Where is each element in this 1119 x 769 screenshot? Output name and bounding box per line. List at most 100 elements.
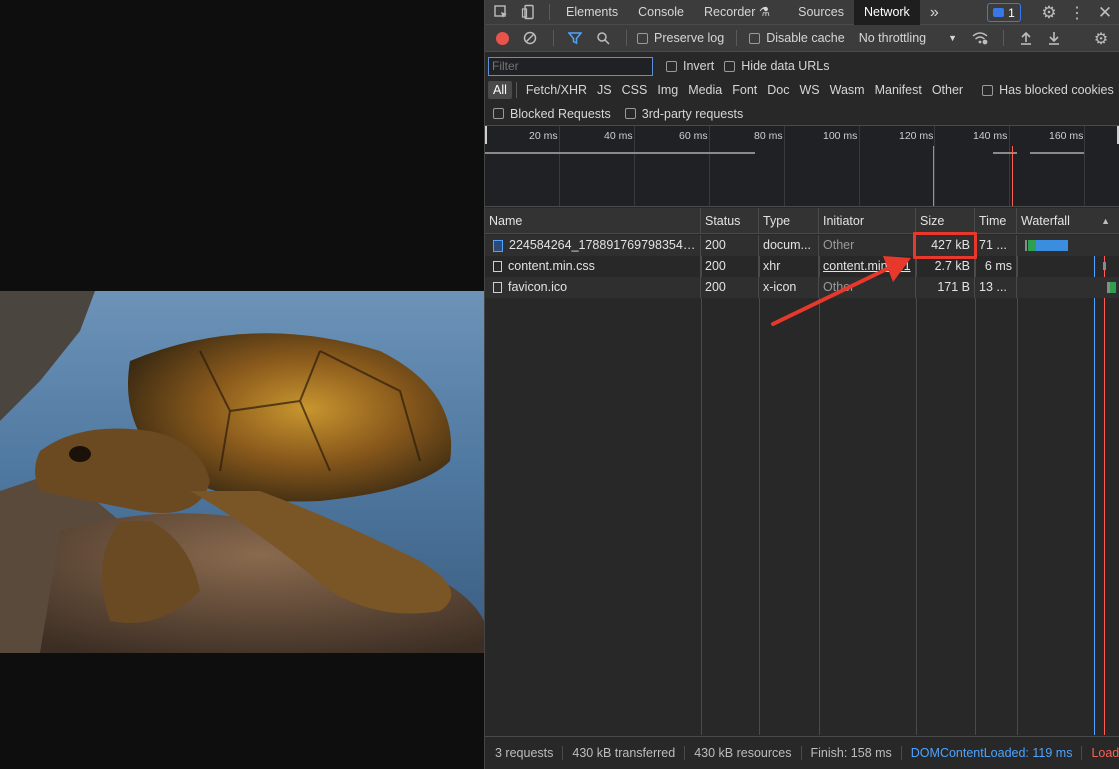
- annotation-arrow: [771, 256, 911, 326]
- request-name-cell[interactable]: favicon.ico: [485, 277, 701, 298]
- import-har-icon[interactable]: [1014, 26, 1038, 51]
- close-icon[interactable]: ✕: [1091, 0, 1119, 25]
- invert-checkbox[interactable]: Invert: [666, 59, 714, 73]
- type-filter-css[interactable]: CSS: [617, 81, 653, 99]
- has-blocked-cookies-box: [982, 84, 994, 96]
- overview-tick: 120 ms: [899, 130, 934, 142]
- blocked-requests-checkbox[interactable]: Blocked Requests: [493, 107, 611, 121]
- hide-data-urls-checkbox[interactable]: Hide data URLs: [724, 59, 830, 73]
- sort-ascending-icon: ▲: [1101, 216, 1110, 226]
- network-conditions-icon[interactable]: [967, 26, 993, 51]
- kebab-menu-icon[interactable]: ⋮: [1063, 0, 1091, 25]
- type-filter-ws[interactable]: WS: [794, 81, 824, 99]
- filter-input[interactable]: [488, 56, 653, 76]
- clear-icon[interactable]: [517, 26, 543, 51]
- throttling-select[interactable]: No throttling ▼: [859, 31, 957, 45]
- type-filter-manifest[interactable]: Manifest: [870, 81, 927, 99]
- request-time: 13 ...: [975, 277, 1017, 298]
- network-overview-timeline[interactable]: 20 ms 40 ms 60 ms 80 ms 100 ms 120 ms 14…: [485, 126, 1119, 207]
- overview-load-line: [1012, 146, 1013, 206]
- network-settings-gear-icon[interactable]: ⚙: [1087, 26, 1115, 51]
- col-header-name[interactable]: Name: [485, 208, 701, 233]
- type-filter-other[interactable]: Other: [927, 81, 968, 99]
- inspect-element-icon[interactable]: [487, 0, 515, 25]
- request-name: favicon.ico: [508, 280, 568, 294]
- devtools-tabbar: Elements Console Recorder ⚗ Sources Netw…: [485, 0, 1119, 25]
- request-name-cell[interactable]: 224584264_1788917697983540...: [485, 235, 701, 256]
- status-load: Load: 1: [1091, 746, 1119, 760]
- invert-label: Invert: [683, 59, 715, 73]
- type-divider: [515, 82, 517, 98]
- page-viewport: [0, 0, 484, 769]
- type-filter-media[interactable]: Media: [683, 81, 727, 99]
- filter-funnel-icon[interactable]: [564, 26, 586, 51]
- request-status: 200: [701, 277, 759, 298]
- settings-gear-icon[interactable]: ⚙: [1035, 0, 1063, 25]
- has-blocked-cookies-checkbox[interactable]: Has blocked cookies: [982, 83, 1114, 97]
- waterfall-dcl-line: [1094, 235, 1095, 735]
- tab-console[interactable]: Console: [628, 0, 694, 25]
- screen: Elements Console Recorder ⚗ Sources Netw…: [0, 0, 1119, 769]
- overview-tick: 60 ms: [679, 130, 708, 142]
- waterfall-bar-ttfb: [1110, 282, 1116, 293]
- requests-table-header: Name Status Type Initiator Size Time Wat…: [485, 208, 1119, 234]
- toolbar-divider: [553, 30, 554, 46]
- has-blocked-cookies-label: Has blocked cookies: [999, 83, 1114, 97]
- col-header-initiator[interactable]: Initiator: [819, 208, 916, 233]
- search-icon[interactable]: [590, 26, 616, 51]
- tab-elements[interactable]: Elements: [556, 0, 628, 25]
- type-filter-js[interactable]: JS: [592, 81, 617, 99]
- tab-sources[interactable]: Sources: [788, 0, 854, 25]
- network-status-bar: 3 requests 430 kB transferred 430 kB res…: [485, 736, 1119, 769]
- device-toolbar-icon[interactable]: [515, 0, 543, 25]
- overview-left-handle[interactable]: [485, 126, 487, 144]
- status-requests-count: 3 requests: [495, 746, 564, 760]
- disable-cache-checkbox[interactable]: Disable cache: [749, 31, 845, 45]
- overview-gridline: [1009, 126, 1010, 206]
- record-stop-icon[interactable]: [491, 26, 513, 51]
- type-filter-fetch-xhr[interactable]: Fetch/XHR: [521, 81, 592, 99]
- type-filter-all[interactable]: All: [488, 81, 512, 99]
- disable-cache-box: [749, 32, 761, 44]
- request-waterfall: [1017, 277, 1119, 298]
- request-waterfall: [1017, 235, 1119, 256]
- col-header-size[interactable]: Size: [916, 208, 975, 233]
- request-name-cell[interactable]: content.min.css: [485, 256, 701, 277]
- request-name: 224584264_1788917697983540...: [509, 238, 700, 252]
- network-toolbar: Preserve log Disable cache No throttling…: [485, 25, 1119, 52]
- tab-recorder[interactable]: Recorder ⚗: [694, 0, 780, 25]
- col-header-waterfall[interactable]: Waterfall ▲: [1017, 208, 1119, 233]
- blocked-requests-box: [493, 108, 504, 119]
- third-party-requests-checkbox[interactable]: 3rd-party requests: [624, 107, 743, 121]
- col-header-status[interactable]: Status: [701, 208, 759, 233]
- overview-gridline: [1084, 126, 1085, 206]
- export-har-icon[interactable]: [1042, 26, 1066, 51]
- flask-icon: ⚗: [758, 4, 771, 19]
- col-header-time[interactable]: Time: [975, 208, 1017, 233]
- invert-box: [666, 60, 677, 72]
- overview-tick: 160 ms: [1049, 130, 1084, 142]
- preserve-log-label: Preserve log: [654, 31, 725, 45]
- blocked-requests-label: Blocked Requests: [510, 106, 611, 121]
- request-name: content.min.css: [508, 259, 595, 273]
- dropdown-arrow-icon: ▼: [948, 33, 958, 43]
- col-header-type[interactable]: Type: [759, 208, 819, 233]
- preserve-log-box: [637, 32, 648, 44]
- tab-network[interactable]: Network: [853, 0, 920, 25]
- file-icon: [493, 261, 502, 272]
- type-filter-wasm[interactable]: Wasm: [825, 81, 870, 99]
- resource-type-filters: All Fetch/XHR JS CSS Img Media Font Doc …: [485, 78, 1119, 102]
- more-tabs-button[interactable]: »: [920, 0, 949, 25]
- toolbar-divider-2: [626, 30, 627, 46]
- issues-badge[interactable]: 1: [987, 3, 1021, 22]
- overview-tick: 20 ms: [529, 130, 558, 142]
- preserve-log-checkbox[interactable]: Preserve log: [637, 31, 724, 45]
- type-filter-font[interactable]: Font: [727, 81, 762, 99]
- hide-data-urls-label: Hide data URLs: [741, 59, 830, 73]
- file-icon: [493, 282, 502, 293]
- type-filter-img[interactable]: Img: [652, 81, 683, 99]
- overview-gridline: [784, 126, 785, 206]
- type-filter-doc[interactable]: Doc: [762, 81, 794, 99]
- filter-bar: Invert Hide data URLs: [485, 54, 1119, 78]
- overview-gridline: [709, 126, 710, 206]
